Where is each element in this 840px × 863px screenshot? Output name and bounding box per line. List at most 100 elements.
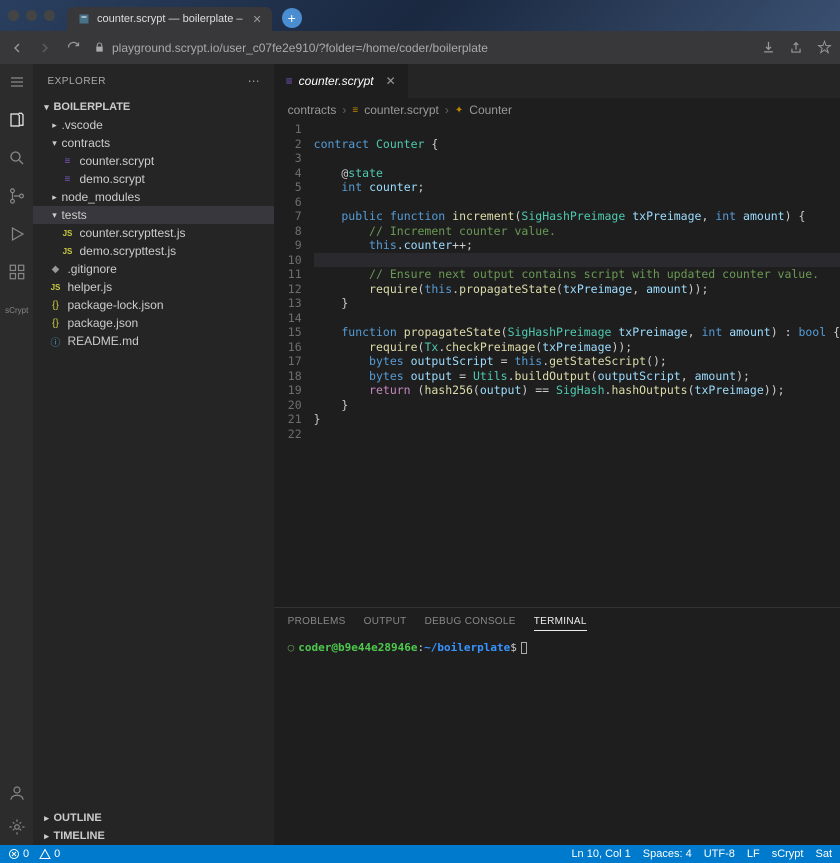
activity-bar: sCrypt [0,64,33,845]
terminal-cursor [521,642,527,654]
breadcrumb-item[interactable]: Counter [469,103,512,117]
maximize-window[interactable] [44,10,55,21]
folder-item[interactable]: ▾tests [33,206,273,224]
status-spaces[interactable]: Spaces: 4 [643,848,692,860]
editor-area: ≡ counter.scrypt ✕ contracts › ≡ counter… [274,64,840,845]
file-icon: {} [47,300,63,311]
explorer-folder-header[interactable]: ▾ BOILERPLATE [33,98,273,116]
file-icon: JS [59,247,75,256]
file-item[interactable]: ≡ counter.scrypt [33,152,273,170]
panel-tab[interactable]: DEBUG CONSOLE [425,616,516,631]
panel-tabs: PROBLEMS OUTPUT DEBUG CONSOLE TERMINAL [274,608,840,637]
chevron-icon: ▸ [47,192,61,203]
status-warnings[interactable]: 0 [39,848,60,860]
status-extra[interactable]: Sat [815,848,832,860]
file-icon: ≡ [352,105,358,116]
outline-section[interactable]: ▸ OUTLINE [33,809,273,827]
browser-tab-title: counter.scrypt — boilerplate – [97,13,243,25]
file-icon: ≡ [59,174,75,185]
tree-item-label: package.json [67,316,138,330]
file-tree: ▸.vscode▾contracts≡counter.scrypt≡demo.s… [33,116,273,809]
sidebar-title: EXPLORER [47,76,105,87]
browser-tab[interactable]: counter.scrypt — boilerplate – ✕ [67,7,272,31]
url-field[interactable]: playground.scrypt.io/user_c07fe2e910/?fo… [92,41,750,55]
back-button[interactable] [8,39,26,57]
file-item[interactable]: ⓘREADME.md [33,332,273,350]
file-icon: JS [59,229,75,238]
chevron-right-icon: › [445,103,449,117]
file-item[interactable]: JSdemo.scrypttest.js [33,242,273,260]
panel-tab[interactable]: TERMINAL [534,616,587,631]
search-icon[interactable] [7,148,27,168]
file-item[interactable]: {} package.json [33,314,273,332]
chevron-right-icon: ▸ [39,813,53,824]
tree-item-label: node_modules [61,190,140,204]
status-encoding[interactable]: UTF-8 [704,848,735,860]
breadcrumb-item[interactable]: contracts [288,103,337,117]
tree-item-label: .vscode [61,118,102,132]
menu-icon[interactable] [7,72,27,92]
symbol-icon: ✦ [455,105,463,116]
lock-icon [92,42,106,53]
tab-file-icon: ≡ [286,74,293,88]
file-item[interactable]: JScounter.scrypttest.js [33,224,273,242]
folder-item[interactable]: ▸.vscode [33,116,273,134]
explorer-icon[interactable] [7,110,27,130]
breadcrumb-item[interactable]: counter.scrypt [364,103,439,117]
editor-tab[interactable]: ≡ counter.scrypt ✕ [274,64,408,98]
tab-favicon [77,12,91,26]
run-debug-icon[interactable] [7,224,27,244]
browser-toolbar: playground.scrypt.io/user_c07fe2e910/?fo… [0,31,840,64]
close-tab-icon[interactable]: ✕ [386,74,396,88]
panel-tab[interactable]: PROBLEMS [288,616,346,631]
file-icon: ≡ [59,156,75,167]
terminal-path: ~/boilerplate [424,641,510,654]
code-lines[interactable]: contract Counter { @state int counter; p… [314,122,840,607]
share-icon[interactable] [788,40,804,55]
chevron-icon: ▸ [47,120,61,131]
file-item[interactable]: JS helper.js [33,278,273,296]
status-ln-col[interactable]: Ln 10, Col 1 [571,848,630,860]
folder-item[interactable]: ▾contracts [33,134,273,152]
folder-item[interactable]: ▸node_modules [33,188,273,206]
file-item[interactable]: ◆.gitignore [33,260,273,278]
editor-content[interactable]: 12345678910111213141516171819202122 cont… [274,122,840,607]
chevron-icon: ▾ [47,210,61,221]
file-icon: {} [47,318,63,329]
gear-icon[interactable] [7,817,27,837]
tree-item-label: counter.scrypt [79,154,154,168]
extensions-icon[interactable] [7,262,27,282]
tree-item-label: README.md [67,334,138,348]
download-icon[interactable] [760,40,776,55]
scrypt-icon[interactable]: sCrypt [7,300,27,320]
reload-button[interactable] [64,39,82,57]
terminal[interactable]: ○ coder@b9e44e28946e:~/boilerplate$ [274,637,840,658]
close-tab-icon[interactable]: ✕ [243,13,262,26]
timeline-section[interactable]: ▸ TIMELINE [33,827,273,845]
star-icon[interactable] [816,40,832,55]
status-lang[interactable]: sCrypt [772,848,804,860]
file-item[interactable]: ≡demo.scrypt [33,170,273,188]
minimize-window[interactable] [26,10,37,21]
tree-item-label: package-lock.json [67,298,163,312]
prompt-decoration: ○ [288,641,295,654]
source-control-icon[interactable] [7,186,27,206]
editor-tab-label: counter.scrypt [299,74,374,88]
chevron-down-icon: ▾ [39,102,53,113]
editor-tabs: ≡ counter.scrypt ✕ [274,64,840,98]
new-tab-button[interactable]: + [282,8,302,28]
file-icon: JS [47,283,63,292]
tree-item-label: helper.js [67,280,112,294]
accounts-icon[interactable] [7,783,27,803]
breadcrumbs[interactable]: contracts › ≡ counter.scrypt › ✦ Counter [274,98,840,122]
panel-tab[interactable]: OUTPUT [364,616,407,631]
close-window[interactable] [8,10,19,21]
sidebar-more-icon[interactable]: ⋯ [248,74,260,88]
chevron-right-icon: › [342,103,346,117]
chevron-right-icon: ▸ [39,831,53,842]
status-eol[interactable]: LF [747,848,760,860]
status-errors[interactable]: 0 [8,848,29,860]
file-item[interactable]: {} package-lock.json [33,296,273,314]
forward-button[interactable] [36,39,54,57]
status-bar: 0 0 Ln 10, Col 1 Spaces: 4 UTF-8 LF sCry… [0,845,840,863]
